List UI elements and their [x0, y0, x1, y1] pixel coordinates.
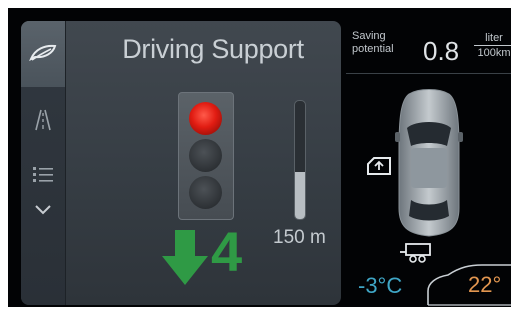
distance-bar	[294, 100, 306, 220]
list-icon	[33, 167, 53, 182]
sidebar-divider	[65, 21, 66, 305]
arrow-down-icon	[162, 230, 208, 285]
distance-label: 150 m	[273, 227, 326, 248]
recommended-gear: 4	[211, 220, 243, 283]
sidebar-item-road[interactable]	[21, 101, 65, 141]
sidebar-item-eco[interactable]	[21, 21, 65, 87]
distance-bar-fill	[295, 171, 305, 219]
car-topview-icon	[395, 89, 463, 237]
leaf-icon	[29, 44, 57, 62]
sidebar	[21, 21, 65, 305]
display-screen: Driving Support 150 m 4 Saving potential…	[8, 8, 511, 307]
traffic-light-yellow-lamp	[189, 139, 222, 172]
road-icon	[35, 109, 51, 131]
trailer-icon	[400, 243, 431, 263]
chevron-down-icon	[35, 205, 51, 215]
saving-unit-denominator: 100km	[477, 47, 511, 59]
header-divider	[346, 73, 511, 74]
saving-potential-label: Saving potential	[352, 30, 394, 55]
page-title: Driving Support	[122, 34, 304, 64]
traffic-light-green-lamp	[189, 176, 222, 209]
saving-unit-numerator: liter	[474, 32, 511, 46]
inside-temperature: 22°	[468, 272, 502, 297]
sidebar-item-list[interactable]	[21, 156, 65, 196]
saving-potential-value: 0.8	[423, 36, 460, 66]
outside-temperature: -3°C	[358, 273, 403, 298]
traffic-light-red-lamp	[189, 102, 222, 135]
sidebar-item-more[interactable]	[21, 196, 65, 226]
saving-unit: liter 100km	[474, 32, 511, 59]
window-icon	[367, 157, 391, 175]
traffic-light	[178, 92, 234, 220]
